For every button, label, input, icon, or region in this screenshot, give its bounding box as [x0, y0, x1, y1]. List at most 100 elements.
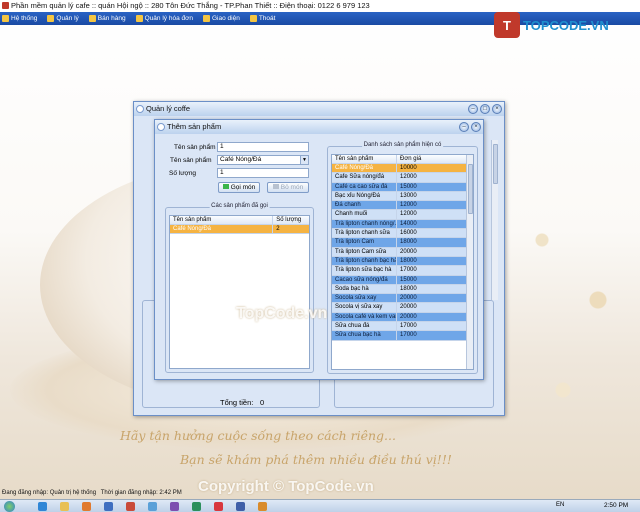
table-row[interactable]: Cafe Sữa nóng/đá 12000	[332, 173, 466, 183]
table-row[interactable]: Socola vị sữa xay 20000	[332, 303, 466, 313]
product-price-cell: 10000	[400, 165, 417, 171]
app-icon-8[interactable]	[258, 502, 267, 511]
product-price-cell: 20000	[400, 295, 417, 302]
product-price-cell: 12000	[400, 174, 417, 181]
order-button[interactable]: Gọi món	[218, 182, 260, 193]
app-icon-5[interactable]	[192, 502, 201, 511]
product-price-cell: 18000	[400, 257, 417, 264]
product-list-grid[interactable]: Tên sản phẩm Đơn giá Café Nóng/Đá 10000 Ca…	[331, 154, 474, 370]
folder-icon[interactable]	[60, 502, 69, 511]
product-price-cell: 16000	[400, 230, 417, 237]
time-label: Thời gian đăng nhập:	[100, 490, 158, 496]
start-icon[interactable]	[4, 501, 15, 512]
table-row[interactable]: Sữa chua đá 17000	[332, 322, 466, 332]
table-row[interactable]: Trà lipton Cam 18000	[332, 238, 466, 248]
dialog-close-button[interactable]: ×	[471, 122, 481, 132]
product-select[interactable]: Café Nóng/Đá ▼	[217, 155, 309, 165]
ordered-col-name[interactable]: Tên sản phẩm	[170, 216, 274, 224]
menu-item-invoice[interactable]: Quản lý hóa đơn	[135, 15, 193, 22]
product-name-cell: Trà lipton chanh sữa	[332, 229, 398, 238]
product-name-cell: Trà lipton sữa bạc hà	[332, 266, 398, 275]
product-name-cell: Cacao sữa nóng/đá	[332, 275, 398, 284]
ordered-col-qty[interactable]: Số lượng	[273, 216, 309, 224]
product-price-cell: 13000	[400, 192, 417, 199]
product-name-cell: Trà lipton Cam sữa	[332, 247, 398, 256]
quantity-field[interactable]: 1	[217, 168, 309, 178]
product-name-cell: Socola sữa xay	[332, 294, 398, 303]
menu-item-theme[interactable]: Giao diện	[203, 15, 240, 22]
product-name-field[interactable]: 1	[217, 142, 309, 152]
product-price-cell: 17000	[400, 332, 417, 339]
product-name-cell: Trà lipton chanh bạc hà	[332, 256, 398, 266]
table-row[interactable]: Trà lipton chanh sữa 16000	[332, 229, 466, 239]
table-row[interactable]: Cacao sữa nóng/đá 15000	[332, 275, 466, 285]
product-price-cell: 12000	[400, 211, 417, 218]
table-row[interactable]: Café Nóng/Đá 2	[170, 225, 309, 235]
table-row[interactable]: Đá chanh 12000	[332, 201, 466, 211]
product-price-cell: 14000	[400, 220, 417, 227]
table-row[interactable]: Sữa chua bạc hà 17000	[332, 331, 466, 341]
coffee-window-title-bar[interactable]: Quản lý coffe – □ ×	[134, 102, 504, 116]
browser-icon[interactable]	[38, 502, 47, 511]
product-price-cell: 15000	[400, 183, 417, 190]
product-list-scrollbar[interactable]	[466, 155, 473, 369]
menu-item-manage[interactable]: Quản lý	[47, 15, 79, 22]
login-label: Đang đăng nhập:	[2, 490, 49, 496]
product-name-cell: Đá chanh	[332, 201, 398, 210]
list-col-name[interactable]: Tên sản phẩm	[332, 155, 398, 163]
product-name-cell: Café ca cao sữa đá	[332, 182, 398, 191]
table-row[interactable]: Socola sữa xay 20000	[332, 294, 466, 304]
app-title-bar: Phần mềm quản lý cafe :: quán Hội ngộ ::…	[0, 0, 640, 11]
product-name-cell: Trà lipton chanh nóng/...	[332, 219, 398, 229]
product-price-cell: 18000	[400, 285, 417, 292]
product-name-cell: Soda bạc hà	[332, 284, 398, 294]
taskbar-lang[interactable]: EN	[556, 502, 564, 508]
product-name-cell: Chanh muối	[332, 210, 398, 219]
app-icon-7[interactable]	[236, 502, 245, 511]
dialog-minimize-button[interactable]: –	[459, 122, 469, 132]
close-button[interactable]: ×	[492, 104, 502, 114]
ordered-products-grid[interactable]: Tên sản phẩm Số lượng Café Nóng/Đá 2	[169, 215, 310, 369]
product-name-cell: Cafe Sữa nóng/đá	[332, 173, 398, 182]
table-row[interactable]: Soda bạc hà 18000	[332, 284, 466, 295]
media-icon[interactable]	[82, 502, 91, 511]
coffee-window-title: Quản lý coffe	[146, 104, 191, 113]
restore-button[interactable]: □	[480, 104, 490, 114]
product-name-cell: Trà lipton Cam	[332, 238, 398, 247]
table-row[interactable]: Chanh muối 12000	[332, 210, 466, 220]
logo-text: TOPCODE.VN	[523, 17, 609, 33]
product-name-cell: Sữa chua bạc hà	[332, 331, 398, 340]
system-icon	[2, 15, 9, 22]
app-icon-4[interactable]	[170, 502, 179, 511]
table-row[interactable]: Café ca cao sữa đá 15000	[332, 182, 466, 192]
chevron-down-icon[interactable]: ▼	[300, 156, 308, 164]
total-label: Tổng tiền:	[220, 398, 254, 407]
list-col-price[interactable]: Đơn giá	[397, 155, 466, 163]
product-price-cell: 17000	[400, 323, 417, 330]
remove-button[interactable]: Bỏ món	[267, 182, 309, 193]
table-row[interactable]: Trà lipton Cam sữa 20000	[332, 247, 466, 257]
menu-item-sales[interactable]: Bán hàng	[88, 15, 126, 22]
minimize-button[interactable]: –	[468, 104, 478, 114]
dialog-icon	[157, 123, 165, 131]
app-icon-6[interactable]	[214, 502, 223, 511]
menu-item-exit[interactable]: Thoát	[249, 15, 275, 22]
table-row[interactable]: Café Nóng/Đá 10000	[332, 164, 466, 174]
table-row[interactable]: Trà lipton sữa bạc hà 17000	[332, 266, 466, 276]
taskbar-clock[interactable]: 2:50 PM	[604, 502, 628, 509]
outer-scrollbar[interactable]	[491, 140, 498, 300]
app-icon-1[interactable]	[104, 502, 113, 511]
app-icon-2[interactable]	[126, 502, 135, 511]
app-icon	[2, 2, 9, 9]
app-icon-3[interactable]	[148, 502, 157, 511]
table-row[interactable]: Bạc xỉu Nóng/Đá 13000	[332, 191, 466, 202]
table-row[interactable]: Socola café và kem vani 20000	[332, 312, 466, 323]
table-row[interactable]: Trà lipton chanh nóng/... 14000	[332, 219, 466, 230]
product-name-cell: Socola café và kem vani	[332, 312, 398, 322]
add-product-title-bar[interactable]: Thêm sản phẩm – ×	[155, 120, 483, 134]
slogan-line-2: Bạn sẽ khám phá thêm nhiều điều thú vị!!…	[180, 452, 452, 467]
product-name-label: Tên sản phẩm	[174, 144, 216, 151]
menu-item-system[interactable]: Hệ thống	[2, 15, 37, 22]
table-row[interactable]: Trà lipton chanh bạc hà 18000	[332, 256, 466, 267]
product-price-cell: 20000	[400, 313, 417, 320]
